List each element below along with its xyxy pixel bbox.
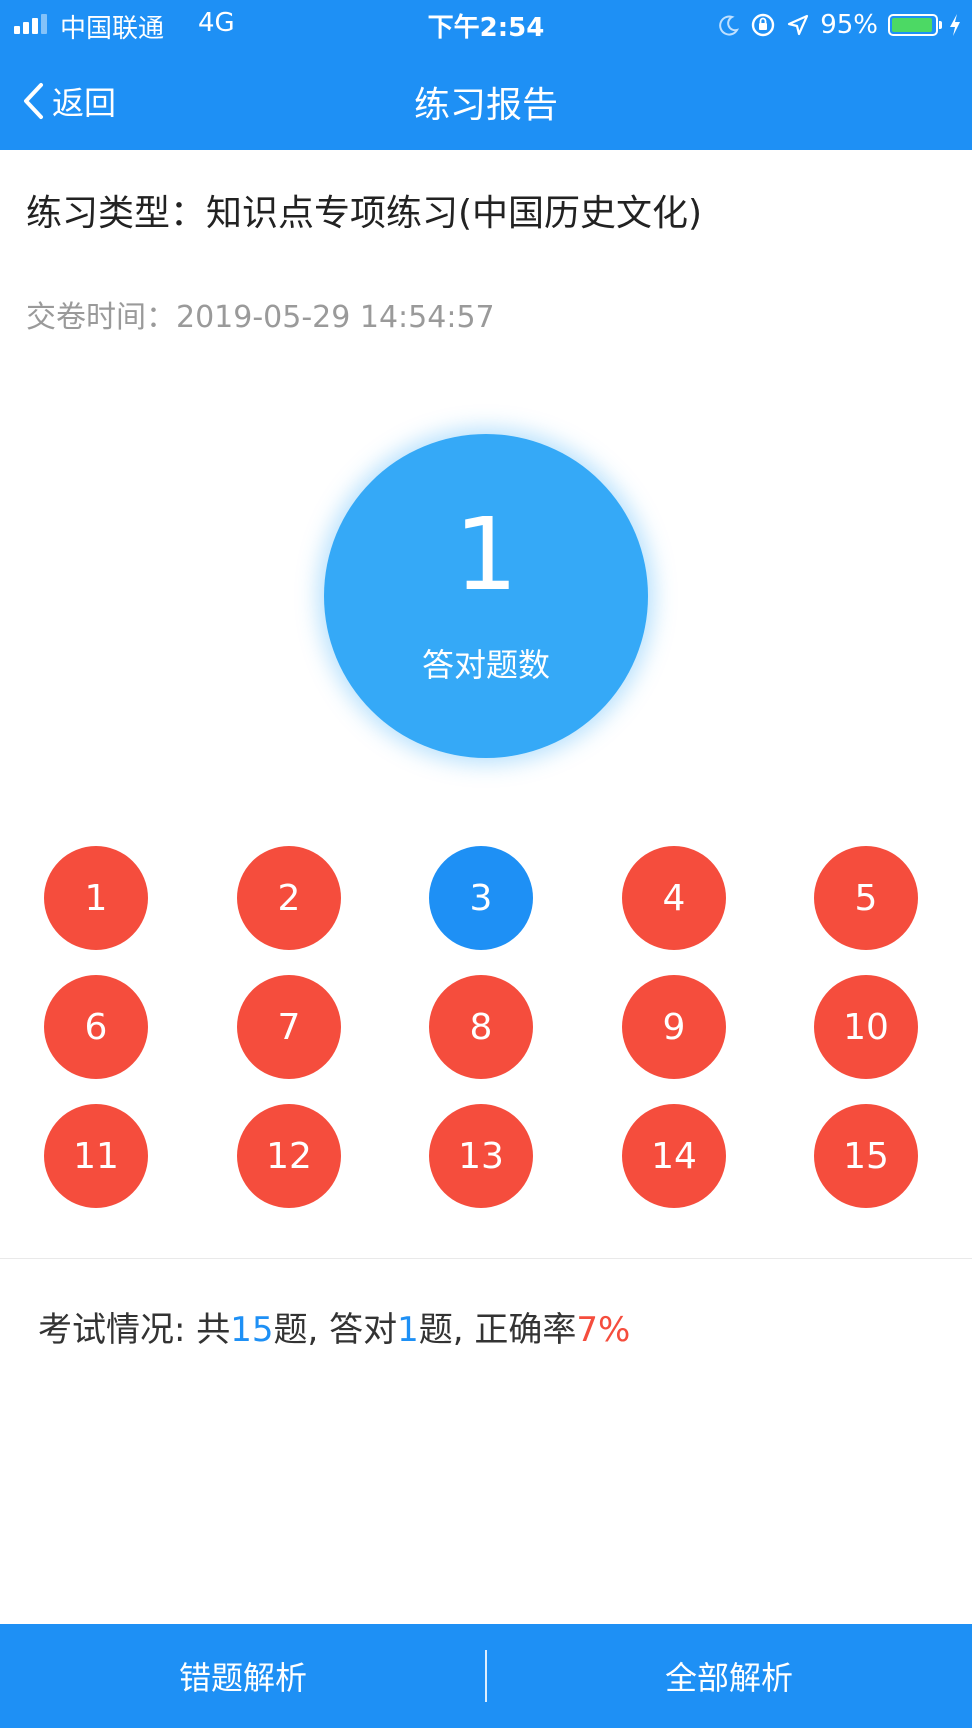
question-12-button[interactable]: 12: [237, 1104, 341, 1208]
battery-percent: 95%: [820, 10, 878, 40]
summary-mid1: 题, 答对: [273, 1310, 398, 1350]
question-8-button[interactable]: 8: [429, 975, 533, 1079]
correct-count-label: 答对题数: [421, 646, 550, 684]
question-4-button[interactable]: 4: [622, 846, 726, 950]
wrong-analysis-button[interactable]: 错题解析: [0, 1624, 486, 1728]
status-bar: 中国联通 4G 下午2:54 95%: [0, 0, 972, 50]
nav-bar: 返回 练习报告: [0, 50, 972, 150]
exam-summary: 考试情况: 共15题, 答对1题, 正确率7%: [38, 1302, 630, 1351]
moon-icon: [719, 15, 740, 36]
question-15-button[interactable]: 15: [814, 1104, 918, 1208]
question-7-button[interactable]: 7: [237, 975, 341, 1079]
question-3-button[interactable]: 3: [429, 846, 533, 950]
submit-time: 交卷时间：2019-05-29 14:54:57: [26, 300, 495, 335]
summary-rate: 7%: [576, 1310, 631, 1350]
question-13-button[interactable]: 13: [429, 1104, 533, 1208]
score-circle: 1 答对题数: [324, 434, 648, 758]
question-5-button[interactable]: 5: [814, 846, 918, 950]
divider: [0, 1258, 972, 1259]
question-2-button[interactable]: 2: [237, 846, 341, 950]
summary-total: 15: [230, 1310, 274, 1350]
location-icon: [788, 14, 809, 36]
question-14-button[interactable]: 14: [622, 1104, 726, 1208]
charging-icon: [950, 14, 960, 36]
bottom-bar: 错题解析 全部解析: [0, 1624, 972, 1728]
question-11-button[interactable]: 11: [44, 1104, 148, 1208]
summary-correct: 1: [397, 1310, 419, 1350]
all-analysis-button[interactable]: 全部解析: [486, 1624, 972, 1728]
question-1-button[interactable]: 1: [44, 846, 148, 950]
question-6-button[interactable]: 6: [44, 975, 148, 1079]
question-10-button[interactable]: 10: [814, 975, 918, 1079]
practice-type: 练习类型：知识点专项练习(中国历史文化): [26, 193, 703, 234]
question-grid: 1 2 3 4 5 6 7 8 9 10 11 12 13 14 15: [44, 846, 928, 1208]
page-title: 练习报告: [413, 85, 558, 126]
question-9-button[interactable]: 9: [622, 975, 726, 1079]
orientation-lock-icon: [752, 13, 775, 37]
top-bar: 中国联通 4G 下午2:54 95% 返回 练习报告: [0, 0, 972, 150]
summary-prefix: 考试情况: 共: [38, 1310, 231, 1350]
correct-count: 1: [454, 496, 518, 613]
summary-mid2: 题, 正确率: [418, 1310, 577, 1350]
battery-icon: [888, 14, 942, 36]
